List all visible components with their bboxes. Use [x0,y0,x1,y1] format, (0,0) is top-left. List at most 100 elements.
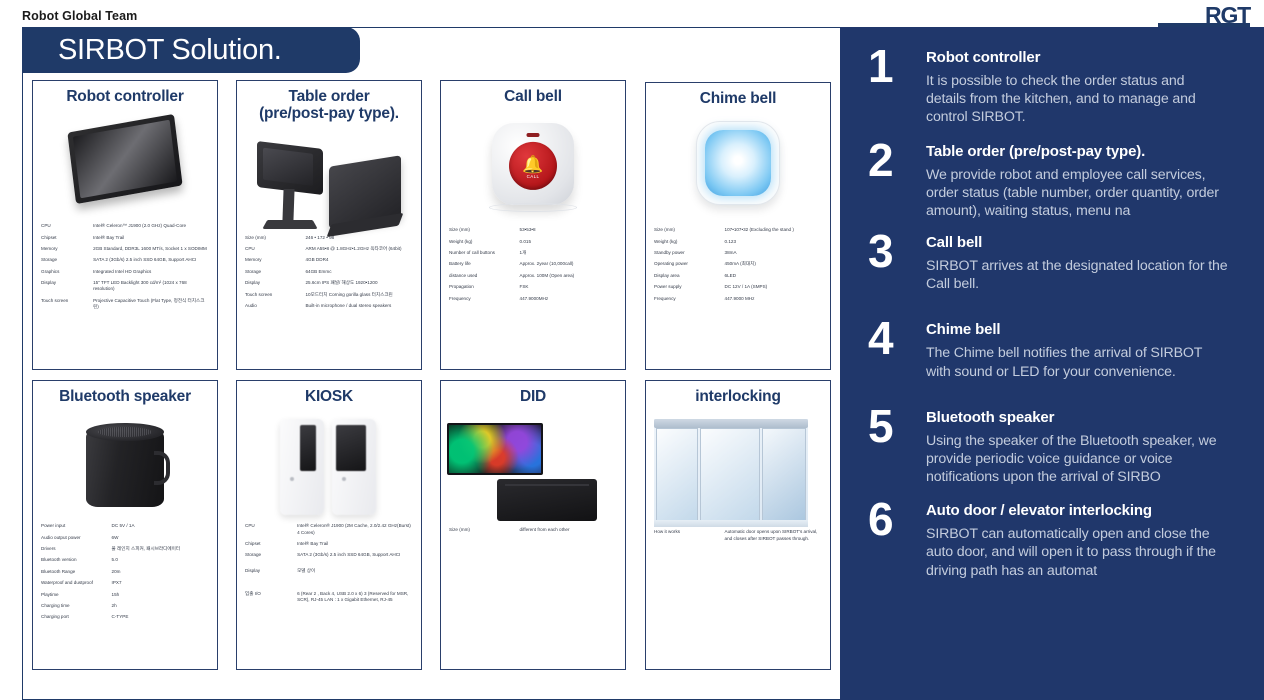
spec-key: distance used [449,272,478,278]
feature-description: We provide robot and employee call servi… [926,166,1219,219]
card-robot-controller[interactable]: Robot controller CPU Intel® Celeron™ J19… [32,80,218,370]
card-chime-bell[interactable]: Chime bell Size (mm) 107•107•32 (Excludi… [645,82,831,370]
spec-row: Drivers 풀 레인지 스피커, 패시브라디에이터 [41,546,209,552]
spec-key: Chipset [41,234,57,240]
monitor-icon [67,114,183,205]
spec-row: Frequency 447.9000 MHz [654,296,822,302]
did-black-display-icon [497,479,597,522]
door-leaf-right [762,428,806,523]
spec-key: Size (mm) [449,527,470,533]
spec-value: 447.9000 MHz [724,295,755,301]
call-bell-icon: 🔔 CALL [489,123,577,213]
spec-key: Display area [654,272,680,278]
spec-key: Display [245,280,261,286]
spec-row: 입출 I/O 6 (Rear 2 , Back 4, USB 2.0 x 6) … [245,591,413,603]
spec-key: Standby power [654,250,685,256]
card-title: Robot controller [66,88,184,105]
spec-key: Playtime [41,591,59,597]
spec-value: DC 12V / 1A (SMPS) [724,284,768,290]
spec-key: Charging port [41,614,69,620]
feature-number: 3 [868,225,894,278]
card-kiosk[interactable]: KIOSK CPU Intel® Celeron® J1900 (2M Cach… [236,380,422,670]
spec-key: Audio output power [41,534,81,540]
spec-row: Frequency 447.9000MHz [449,296,617,302]
spec-key: Storage [245,552,262,558]
spec-table: Size (mm) different from each other [441,527,625,533]
spec-key: Frequency [449,295,471,301]
spec-key: Bluetooth Range [41,568,76,574]
feature-description: Using the speaker of the Bluetooth speak… [926,432,1217,486]
feature-item-5: 5 Bluetooth speaker Using the speaker of… [868,403,1228,487]
feature-item-6: 6 Auto door / elevator interlocking SIRB… [868,496,1228,580]
spec-row: Standby power 38mA [654,250,822,256]
feature-item-4: 4 Chime bell The Chime bell notifies the… [868,315,1228,380]
spec-value: Intel® Bay Trail [93,234,125,240]
spec-value: 450mA (최대치) [724,261,756,267]
speaker-strap [154,451,170,486]
spec-value: Automatic door opens upon SIRBOT's arriv… [724,529,818,541]
spec-key: Power supply [654,284,682,290]
spec-key: Waterproof and dustproof [41,580,93,586]
product-card-grid: Robot controller CPU Intel® Celeron™ J19… [32,80,832,672]
spec-table: Size (mm) 246 • 172 • 98 CPU ARM A55•8 @… [237,235,421,309]
feature-title: Bluetooth speaker [926,408,1055,426]
spec-value: Built-in microphone / dual stereo speake… [305,302,392,308]
spec-key: Frequency [654,295,676,301]
card-bluetooth-speaker[interactable]: Bluetooth speaker Power input DC 5V / 1A… [32,380,218,670]
spec-key: Charging time [41,602,70,608]
feature-item-2: 2 Table order (pre/post-pay type). We pr… [868,137,1228,221]
feature-title: Robot controller [926,49,1041,66]
spec-row: CPU Intel® Celeron™ J1900 (2.0 GHz) Quad… [41,223,209,229]
spec-table: Size (mm) 107•107•32 (Excluding the stan… [646,227,830,301]
kiosk-icon [274,419,384,516]
feature-number: 1 [868,40,894,92]
card-table-order[interactable]: Table order (pre/post-pay type). Size (m… [236,80,422,370]
spec-value: Intel® Celeron® J1900 (2M Cache, 2.0/2.4… [297,523,411,535]
spec-row: Touch screen 10모드터치 Corning gorilla glas… [245,292,413,298]
spec-row: distance used Approx. 100M (Open area) [449,273,617,279]
card-title: interlocking [695,388,781,405]
spec-row: Size (mm) 53•53•8 [449,227,617,233]
spec-row: Storage 64GB Emmc [245,269,413,275]
spec-key: Bluetooth version [41,557,77,563]
card-call-bell[interactable]: Call bell 🔔 CALL Size (mm) 53•53•8 Weigh… [440,80,626,370]
card-interlocking[interactable]: interlocking How it works Automatic door… [645,380,831,670]
card-title: DID [519,388,547,405]
kiosk-indicator [290,477,294,482]
feature-list: 1 Robot controller It is possible to che… [868,43,1228,580]
spec-key: CPU [245,246,255,252]
spec-row: Audio output power 6W [41,535,209,541]
door-leaf-left [656,428,698,523]
call-button-label: CALL [526,173,540,179]
spec-row: Weight (kg) 0.015 [449,239,617,245]
spec-row: Power supply DC 12V / 1A (SMPS) [654,284,822,290]
feature-title: Table order (pre/post-pay type). [926,142,1146,160]
spec-row: Chipset Intel® Bay Trail [245,541,413,547]
spec-row: Display 15" TFT LED Backlight 300 cd/m² … [41,280,209,292]
spec-key: Memory [41,246,58,252]
spec-row: CPU ARM A55•8 @ 1.8GHz•1.2GHz 옥타코어 (64bi… [245,246,413,252]
spec-row: Waterproof and dustproof IPX7 [41,580,209,586]
spec-key: Storage [41,257,58,263]
automatic-door-icon [654,419,808,528]
table-order-image [237,123,421,235]
spec-key: Memory [245,257,262,263]
card-title: Bluetooth speaker [59,388,191,405]
spec-key: Drivers [41,546,56,552]
spec-value: 5.0 [111,557,118,563]
card-did[interactable]: DID Size (mm) different from each other [440,380,626,670]
spec-value: Approx. 100M (Open area) [519,272,575,278]
spec-row: Bluetooth Range 20m [41,569,209,575]
door-leaf-middle [700,428,760,523]
spec-key: Display [245,568,261,574]
led-indicator [526,133,540,138]
pos-neck [282,188,295,221]
feature-number: 4 [868,312,894,365]
spec-row: Weight (kg) 0.123 [654,239,822,245]
kiosk-screen [336,425,366,472]
feature-item-3: 3 Call bell SIRBOT arrives at the design… [868,228,1228,293]
did-image [441,405,625,527]
spec-value: IPX7 [111,580,122,586]
spec-key: CPU [41,223,51,229]
feature-description: SIRBOT can automatically open and close … [926,526,1216,579]
